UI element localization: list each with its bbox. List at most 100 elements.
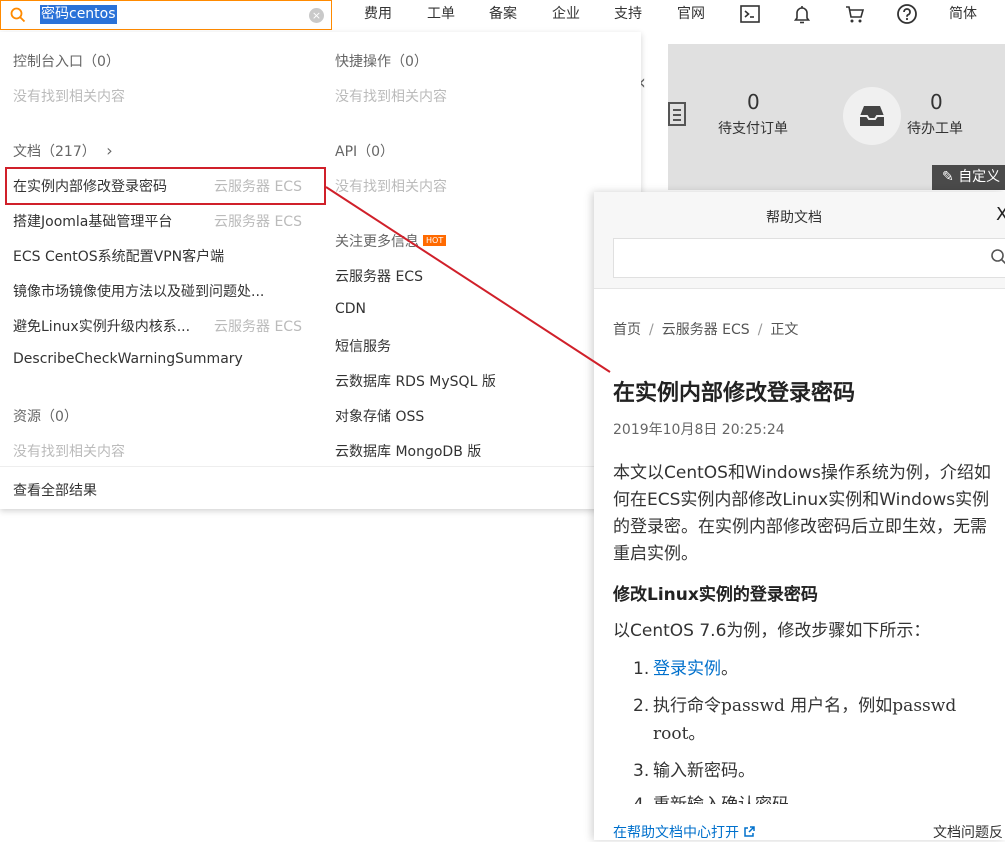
chevron-right-icon: › xyxy=(106,141,112,160)
nav-language[interactable]: 简体 xyxy=(949,0,977,30)
quick-actions-empty: 没有找到相关内容 xyxy=(335,86,447,106)
steps-intro: 以CentOS 7.6为例，修改步骤如下所示： xyxy=(613,616,930,641)
step-text: 输入新密码。 xyxy=(653,761,755,781)
follow-section-title: 关注更多信息 HOT xyxy=(335,231,446,251)
help-circle-icon[interactable] xyxy=(896,3,918,25)
search-query-text[interactable]: 密码centos xyxy=(40,5,117,24)
step-4: 4.重新输入确认密码。 xyxy=(633,790,806,804)
help-docs-panel: 帮助文档 X 首页/云服务器 ECS/正文 在实例内部修改登录密码 2019年1… xyxy=(594,192,1005,840)
article-date: 2019年10月8日 20:25:24 xyxy=(613,419,785,439)
inbox-icon-circle xyxy=(843,87,901,145)
console-empty: 没有找到相关内容 xyxy=(13,86,125,106)
open-in-help-center-label: 在帮助文档中心打开 xyxy=(613,825,739,841)
search-icon xyxy=(10,7,26,23)
doc-result-label: ECS CentOS系统配置VPN客户端 xyxy=(13,249,224,265)
quick-actions-title: 快捷操作（0） xyxy=(335,51,428,71)
step-text: 执行命令passwd 用户名，例如passwd xyxy=(653,696,956,716)
para-line: 的登录密。在实例内部修改密码后立即生效，无需 xyxy=(613,514,1005,541)
doc-result-label: 搭建Joomla基础管理平台 xyxy=(13,214,172,230)
step-tail: 。 xyxy=(721,659,738,679)
docs-section-title[interactable]: 文档（217） › xyxy=(13,141,113,161)
resources-section-title: 资源（0） xyxy=(13,406,78,426)
para-line: 重启实例。 xyxy=(613,541,1005,568)
api-section-title: API（0） xyxy=(335,141,394,161)
follow-item[interactable]: 云数据库 RDS MySQL 版 xyxy=(335,371,496,391)
doc-result-label: DescribeCheckWarningSummary xyxy=(13,351,243,367)
article-intro-paragraph: 本文以CentOS和Windows操作系统为例，介绍如 何在ECS实例内部修改L… xyxy=(613,460,1005,568)
see-all-results-link[interactable]: 查看全部结果 xyxy=(13,480,97,500)
nav-enterprise[interactable]: 企业 xyxy=(552,0,580,30)
nav-website[interactable]: 官网 xyxy=(677,0,705,30)
breadcrumb-current: 正文 xyxy=(770,322,798,338)
edit-icon: ✎ xyxy=(942,169,954,185)
external-link-icon xyxy=(743,826,755,838)
close-icon[interactable]: X xyxy=(996,204,1005,225)
console-section-title: 控制台入口（0） xyxy=(13,51,120,71)
para-line: 本文以CentOS和Windows操作系统为例，介绍如 xyxy=(613,460,1005,487)
breadcrumb: 首页/云服务器 ECS/正文 xyxy=(613,319,798,339)
follow-item[interactable]: 云服务器 ECS xyxy=(335,266,423,286)
docs-title-text: 文档（217） xyxy=(13,144,96,160)
doc-result-item[interactable]: DescribeCheckWarningSummary xyxy=(13,351,243,367)
inbox-icon xyxy=(857,103,887,129)
follow-item[interactable]: 短信服务 xyxy=(335,336,391,356)
pending-ticket-label[interactable]: 待办工单 xyxy=(907,118,963,138)
breadcrumb-ecs[interactable]: 云服务器 ECS xyxy=(662,322,750,338)
search-icon[interactable] xyxy=(990,248,1005,266)
pending-payment-count[interactable]: 0 xyxy=(747,90,760,114)
login-instance-link[interactable]: 登录实例 xyxy=(653,659,721,679)
doc-result-item[interactable]: 镜像市场镜像使用方法以及碰到问题处... xyxy=(13,281,264,301)
resources-empty: 没有找到相关内容 xyxy=(13,441,125,461)
top-bar: 密码centos × 费用 工单 备案 企业 支持 官网 简体 xyxy=(0,0,1005,32)
step-number: 1. xyxy=(633,659,653,679)
pending-ticket-count[interactable]: 0 xyxy=(930,90,943,114)
step-2-continued: root。 xyxy=(653,719,705,744)
help-header: 帮助文档 X xyxy=(594,192,1005,289)
order-icon xyxy=(668,100,688,128)
hot-badge: HOT xyxy=(423,235,446,246)
follow-item[interactable]: 云数据库 MongoDB 版 xyxy=(335,441,481,461)
step-2: 2.执行命令passwd 用户名，例如passwd xyxy=(633,691,956,716)
help-footer: 在帮助文档中心打开 文档问题反 xyxy=(594,806,1005,840)
step-number: 3. xyxy=(633,761,653,781)
dropdown-divider xyxy=(0,466,641,467)
pending-payment-label[interactable]: 待支付订单 xyxy=(718,118,788,138)
step-number: 4. xyxy=(633,795,653,804)
annotation-highlight-box xyxy=(5,167,326,205)
search-dropdown: 控制台入口（0） 没有找到相关内容 文档（217） › 在实例内部修改登录密码 … xyxy=(0,32,641,509)
follow-item[interactable]: 对象存储 OSS xyxy=(335,406,424,426)
search-input[interactable]: 密码centos × xyxy=(0,0,332,30)
article-title: 在实例内部修改登录密码 xyxy=(613,375,855,407)
follow-item[interactable]: CDN xyxy=(335,301,366,317)
doc-result-item[interactable]: 避免Linux实例升级内核系... 云服务器 ECS xyxy=(13,316,313,336)
step-3: 3.输入新密码。 xyxy=(633,756,755,781)
breadcrumb-home[interactable]: 首页 xyxy=(613,322,641,338)
doc-result-tag: 云服务器 ECS xyxy=(214,316,302,336)
follow-title-text: 关注更多信息 xyxy=(335,234,419,250)
nav-support[interactable]: 支持 xyxy=(614,0,642,30)
step-number: 2. xyxy=(633,696,653,716)
doc-result-label: 镜像市场镜像使用方法以及碰到问题处... xyxy=(13,284,264,300)
nav-filing[interactable]: 备案 xyxy=(489,0,517,30)
api-empty: 没有找到相关内容 xyxy=(335,176,447,196)
doc-result-item[interactable]: ECS CentOS系统配置VPN客户端 xyxy=(13,246,224,266)
step-text: 重新输入确认密码。 xyxy=(653,795,806,804)
doc-result-item[interactable]: 搭建Joomla基础管理平台 云服务器 ECS xyxy=(13,211,313,231)
section-heading: 修改Linux实例的登录密码 xyxy=(613,580,818,605)
para-line: 何在ECS实例内部修改Linux实例和Windows实例 xyxy=(613,487,1005,514)
nav-tickets[interactable]: 工单 xyxy=(427,0,455,30)
doc-result-tag: 云服务器 ECS xyxy=(214,211,302,231)
help-search-input[interactable] xyxy=(613,238,1005,278)
clear-icon[interactable]: × xyxy=(309,8,324,23)
step-1: 1.登录实例。 xyxy=(633,654,738,679)
cart-icon[interactable] xyxy=(844,3,866,25)
customize-button[interactable]: ✎ 自定义 xyxy=(932,165,1005,190)
open-in-help-center-link[interactable]: 在帮助文档中心打开 xyxy=(613,822,755,842)
terminal-icon[interactable] xyxy=(739,3,761,25)
help-title: 帮助文档 xyxy=(766,207,822,227)
doc-feedback-link[interactable]: 文档问题反 xyxy=(933,822,1003,842)
customize-label: 自定义 xyxy=(958,169,1000,185)
doc-result-label: 避免Linux实例升级内核系... xyxy=(13,319,190,335)
nav-fees[interactable]: 费用 xyxy=(364,0,392,30)
bell-icon[interactable] xyxy=(791,3,813,25)
